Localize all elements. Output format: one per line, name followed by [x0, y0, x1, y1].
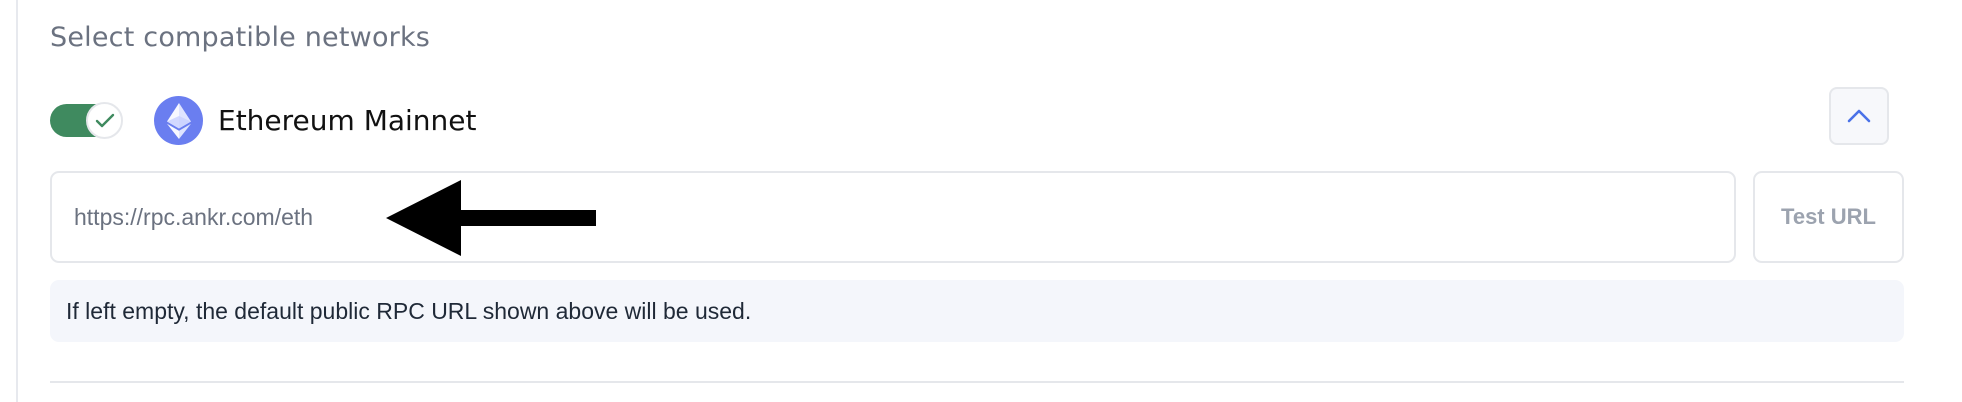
toggle-knob	[86, 102, 123, 139]
rpc-url-input[interactable]	[50, 171, 1736, 263]
ethereum-icon	[154, 96, 203, 145]
collapse-button[interactable]	[1829, 87, 1889, 145]
test-url-button[interactable]: Test URL	[1753, 171, 1904, 263]
rpc-hint: If left empty, the default public RPC UR…	[50, 280, 1904, 342]
check-icon	[95, 113, 114, 127]
divider	[50, 381, 1904, 383]
network-name: Ethereum Mainnet	[218, 104, 477, 137]
section-title: Select compatible networks	[50, 22, 431, 53]
chevron-up-icon	[1847, 109, 1871, 123]
network-enable-toggle[interactable]	[50, 102, 123, 139]
